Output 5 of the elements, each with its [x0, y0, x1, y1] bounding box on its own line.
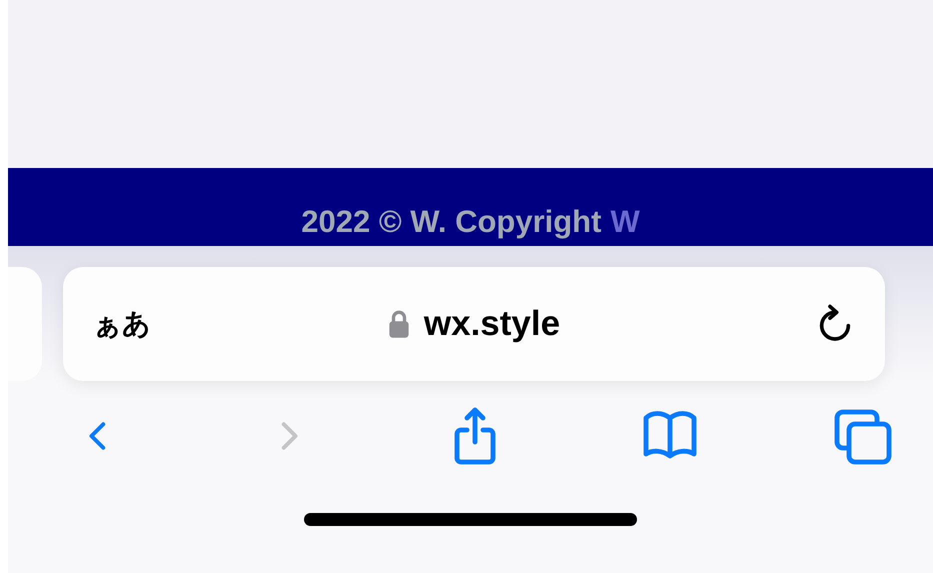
copyright-text: 2022 © W. Copyright: [301, 204, 602, 240]
url-text: wx.style: [424, 304, 560, 344]
logo-letter: W: [610, 204, 640, 240]
text-size-button[interactable]: ぁあ: [93, 305, 163, 343]
address-bar[interactable]: ぁあ wx.style: [63, 267, 885, 381]
